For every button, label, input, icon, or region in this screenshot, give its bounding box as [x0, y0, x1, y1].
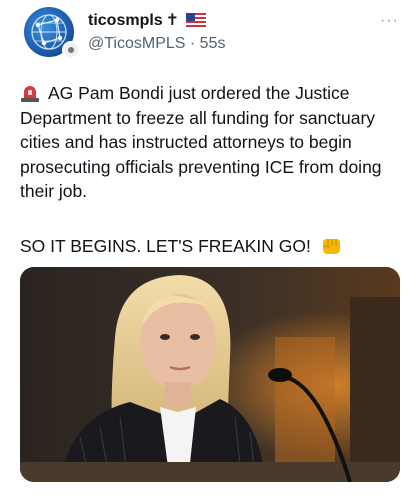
us-flag-icon [185, 13, 206, 27]
display-name: ticosmpls [88, 12, 163, 29]
tweet-paragraph-2: SO IT BEGINS. LET'S FREAKIN GO! [20, 236, 311, 256]
timestamp[interactable]: 55s [200, 35, 226, 52]
fist-bump-icon [322, 239, 340, 254]
tweet-text: AG Pam Bondi just ordered the Justice De… [20, 81, 412, 204]
user-handle[interactable]: @TicosMPLS [88, 35, 185, 52]
verified-badge-icon [62, 41, 80, 59]
display-name-row[interactable]: ticosmpls ✝ [88, 10, 206, 30]
cross-icon: ✝ [165, 12, 180, 29]
photo-woman-at-microphone [20, 267, 400, 482]
tweet-header: ticosmpls ✝ @TicosMPLS · 55s ··· [0, 0, 420, 70]
tweet-paragraph-2-row: SO IT BEGINS. LET'S FREAKIN GO! [20, 234, 342, 258]
handle-row: @TicosMPLS · 55s [88, 35, 225, 53]
meta-separator: · [185, 35, 200, 52]
police-siren-icon [21, 86, 39, 102]
tweet-media-photo[interactable] [20, 267, 400, 482]
tweet-paragraph-1: AG Pam Bondi just ordered the Justice De… [20, 83, 382, 201]
more-options-icon[interactable]: ··· [380, 12, 399, 30]
